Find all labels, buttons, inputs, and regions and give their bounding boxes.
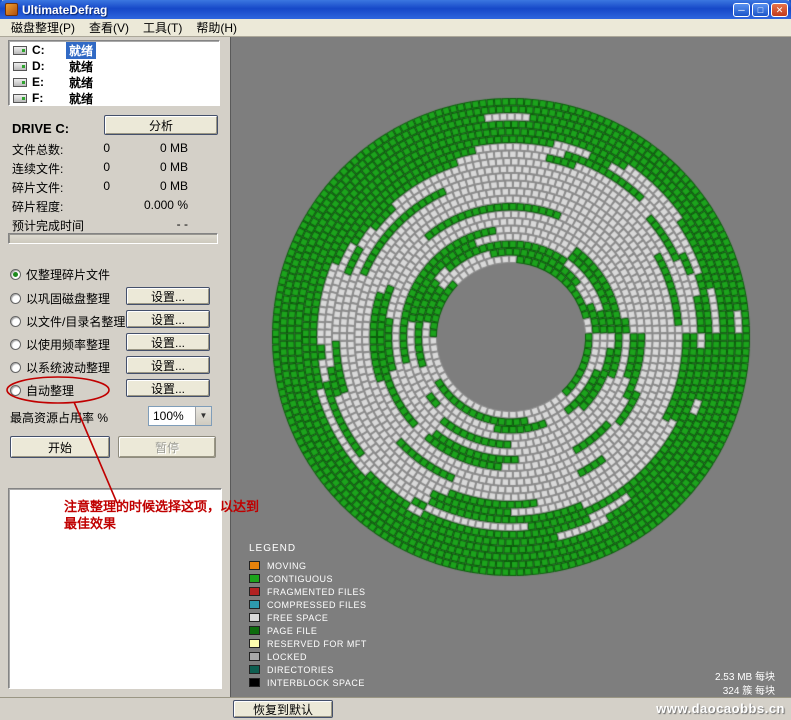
option-volatility[interactable]: 以系统波动整理: [10, 358, 110, 376]
drive-icon: [13, 62, 27, 71]
menu-view[interactable]: 查看(V): [82, 18, 136, 37]
stat-total-files: 文件总数: 0 0 MB: [0, 141, 230, 158]
option-frequency[interactable]: 以使用频率整理: [10, 335, 110, 353]
file-list-box: [8, 488, 222, 689]
radio-icon[interactable]: [10, 385, 21, 396]
settings-button-volatility[interactable]: 设置...: [126, 356, 210, 374]
settings-button-filename[interactable]: 设置...: [126, 310, 210, 328]
stat-fragmentation: 碎片程度: 0.000 %: [0, 198, 230, 215]
radio-icon[interactable]: [10, 362, 21, 373]
maximize-icon[interactable]: [752, 3, 769, 17]
close-icon[interactable]: [771, 3, 788, 17]
app-window: UltimateDefrag 磁盘整理(P) 查看(V) 工具(T) 帮助(H)…: [0, 0, 791, 720]
start-button[interactable]: 开始: [10, 436, 110, 458]
drive-name: D:: [32, 59, 66, 73]
block-size-text: 2.53 MB 每块: [715, 671, 775, 685]
pause-button: 暂停: [118, 436, 216, 458]
resource-usage-label: 最高资源占用率 %: [10, 409, 108, 426]
menu-tools[interactable]: 工具(T): [136, 18, 189, 37]
window-controls: [733, 3, 788, 17]
drive-row-e[interactable]: E: 就绪: [9, 74, 219, 90]
resource-usage-value: 100%: [149, 409, 195, 423]
drive-status: 就绪: [66, 90, 96, 107]
drive-icon: [13, 78, 27, 87]
drive-name: E:: [32, 75, 66, 89]
drive-icon: [13, 46, 27, 55]
option-label: 以巩固磁盘整理: [26, 290, 110, 307]
menu-defrag[interactable]: 磁盘整理(P): [4, 18, 82, 37]
option-label: 自动整理: [26, 382, 74, 399]
restore-defaults-button[interactable]: 恢复到默认: [233, 700, 333, 718]
drive-row-d[interactable]: D: 就绪: [9, 58, 219, 74]
drive-list: C: 就绪 D: 就绪 E: 就绪 F: 就绪: [8, 40, 220, 106]
watermark: www.daocaobbs.cn: [656, 701, 785, 716]
disk-map[interactable]: [231, 37, 791, 697]
option-filename[interactable]: 以文件/目录名整理: [10, 312, 125, 330]
selected-drive-label: DRIVE C:: [12, 121, 69, 136]
menubar: 磁盘整理(P) 查看(V) 工具(T) 帮助(H): [0, 19, 791, 37]
drive-name: C:: [32, 43, 66, 57]
drive-status: 就绪: [66, 74, 96, 91]
option-auto[interactable]: 自动整理: [10, 381, 74, 399]
option-label: 以系统波动整理: [26, 359, 110, 376]
block-info: 2.53 MB 每块 324 簇 每块: [715, 671, 775, 699]
option-fragmented-only[interactable]: 仅整理碎片文件: [10, 265, 110, 283]
window-title: UltimateDefrag: [22, 3, 733, 17]
option-consolidate[interactable]: 以巩固磁盘整理: [10, 289, 110, 307]
titlebar: UltimateDefrag: [0, 0, 791, 19]
disk-view-panel: LEGEND MOVING CONTIGUOUS FRAGMENTED FILE…: [230, 37, 791, 697]
settings-button-frequency[interactable]: 设置...: [126, 333, 210, 351]
menu-help[interactable]: 帮助(H): [189, 18, 244, 37]
radio-icon[interactable]: [10, 293, 21, 304]
radio-icon[interactable]: [10, 339, 21, 350]
bottombar: 恢复到默认 www.daocaobbs.cn: [0, 697, 791, 720]
drive-status: 就绪: [66, 58, 96, 75]
stat-contiguous-files: 连续文件: 0 0 MB: [0, 160, 230, 177]
radio-icon[interactable]: [10, 316, 21, 327]
stat-eta: 预计完成时间 - -: [0, 217, 230, 234]
drive-row-f[interactable]: F: 就绪: [9, 90, 219, 106]
settings-button-consolidate[interactable]: 设置...: [126, 287, 210, 305]
drive-name: F:: [32, 91, 66, 105]
drive-icon: [13, 94, 27, 103]
radio-icon[interactable]: [10, 269, 21, 280]
resource-usage-select[interactable]: 100%: [148, 406, 212, 426]
stat-fragmented-files: 碎片文件: 0 0 MB: [0, 179, 230, 196]
left-panel: C: 就绪 D: 就绪 E: 就绪 F: 就绪 DRIVE C: 分析 文件总数…: [0, 37, 230, 697]
drive-row-c[interactable]: C: 就绪: [9, 42, 219, 58]
app-icon: [5, 3, 18, 16]
option-label: 以文件/目录名整理: [26, 313, 125, 330]
minimize-icon[interactable]: [733, 3, 750, 17]
option-label: 以使用频率整理: [26, 336, 110, 353]
drive-status: 就绪: [66, 42, 96, 59]
settings-button-auto[interactable]: 设置...: [126, 379, 210, 397]
chevron-down-icon[interactable]: [195, 407, 211, 425]
option-label: 仅整理碎片文件: [26, 266, 110, 283]
progress-bar: [8, 233, 218, 244]
analyze-button[interactable]: 分析: [104, 115, 218, 135]
